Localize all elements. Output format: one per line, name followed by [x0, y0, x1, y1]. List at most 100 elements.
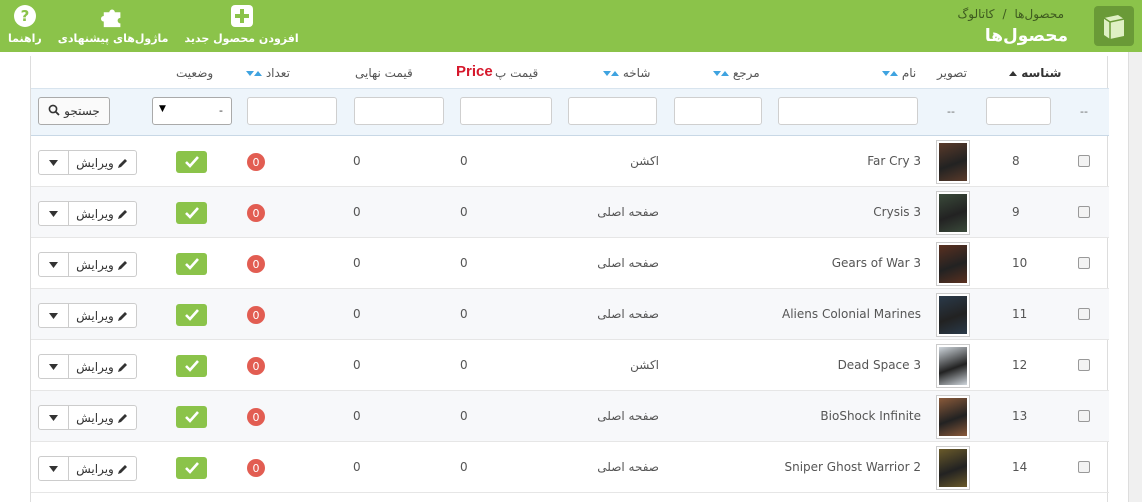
actions-dropdown-button[interactable] [38, 405, 69, 430]
filter-name-input[interactable] [778, 97, 918, 125]
filter-final-price-input[interactable] [354, 97, 444, 125]
status-toggle[interactable] [176, 406, 207, 428]
cell-id: 12 [1012, 358, 1028, 372]
suggested-modules-button[interactable]: ماژول‌های پیشنهادی [58, 4, 168, 48]
page-header: ? راهنما ماژول‌های پیشنهادی افزودن محصول… [0, 0, 1142, 52]
row-checkbox[interactable] [1078, 461, 1090, 473]
product-thumbnail[interactable] [936, 191, 970, 235]
edit-button[interactable]: ویرایش [69, 456, 137, 481]
pencil-icon [117, 311, 127, 321]
edit-button[interactable]: ویرایش [69, 201, 137, 226]
cell-name[interactable]: Gears of War 3 [832, 256, 921, 270]
product-cover-image [939, 449, 967, 487]
table-row: 8 Far Cry 3 اکشن 0 0 0 ویرایش [31, 136, 1109, 187]
row-checkbox[interactable] [1078, 359, 1090, 371]
actions-dropdown-button[interactable] [38, 150, 69, 175]
table-row: 13 BioShock Infinite صفحه اصلی 0 0 0 ویر… [31, 391, 1109, 442]
actions-dropdown-button[interactable] [38, 201, 69, 226]
edit-button[interactable]: ویرایش [69, 150, 137, 175]
filter-category-input[interactable] [568, 97, 657, 125]
caret-down-icon [49, 465, 58, 472]
cell-price: 0 [460, 205, 468, 219]
actions-dropdown-button[interactable] [38, 456, 69, 481]
page-title: محصول‌ها [984, 26, 1068, 46]
status-toggle[interactable] [176, 304, 207, 326]
edit-button[interactable]: ویرایش [69, 252, 137, 277]
cell-final-price: 0 [353, 154, 361, 168]
breadcrumb-catalog[interactable]: کاتالوگ [958, 7, 995, 21]
cell-name[interactable]: Crysis 3 [873, 205, 921, 219]
cell-name[interactable]: Sniper Ghost Warrior 2 [785, 460, 922, 474]
sort-asc-icon [1009, 71, 1017, 76]
cell-price: 0 [460, 154, 468, 168]
caret-down-icon [49, 414, 58, 421]
filter-image-placeholder: -- [947, 105, 955, 118]
product-thumbnail[interactable] [936, 140, 970, 184]
actions-dropdown-button[interactable] [38, 252, 69, 277]
column-category[interactable]: شاخه [603, 66, 650, 80]
edit-label: ویرایش [76, 155, 114, 170]
row-checkbox[interactable] [1078, 410, 1090, 422]
cell-id: 9 [1012, 205, 1020, 219]
row-actions: ویرایش [38, 150, 137, 175]
status-toggle[interactable] [176, 457, 207, 479]
help-button[interactable]: ? راهنما [8, 4, 42, 48]
search-button[interactable]: جستجو [38, 97, 110, 125]
product-thumbnail[interactable] [936, 242, 970, 286]
column-name[interactable]: نام [882, 66, 916, 80]
edit-label: ویرایش [76, 257, 114, 272]
column-quantity[interactable]: تعداد [246, 66, 290, 80]
column-base-price[interactable]: قیمت پ [495, 66, 538, 80]
help-icon: ? [13, 4, 37, 28]
cell-category: صفحه اصلی [597, 460, 659, 474]
cell-category: صفحه اصلی [597, 307, 659, 321]
table-header: شناسه تصویر نام مرجع شاخه قیمت پ Price ق… [31, 56, 1109, 88]
cell-category: صفحه اصلی [597, 205, 659, 219]
product-thumbnail[interactable] [936, 395, 970, 439]
edit-button[interactable]: ویرایش [69, 303, 137, 328]
breadcrumb-products[interactable]: محصول‌ها [1015, 7, 1064, 21]
status-toggle[interactable] [176, 253, 207, 275]
row-checkbox[interactable] [1078, 206, 1090, 218]
row-checkbox[interactable] [1078, 308, 1090, 320]
status-toggle[interactable] [176, 151, 207, 173]
status-toggle[interactable] [176, 202, 207, 224]
sort-asc-icon [890, 71, 898, 76]
add-product-button[interactable]: افزودن محصول جدید [184, 4, 299, 48]
row-checkbox[interactable] [1078, 257, 1090, 269]
cell-name[interactable]: Aliens Colonial Marines [782, 307, 921, 321]
product-cover-image [939, 398, 967, 436]
product-cover-image [939, 194, 967, 232]
vertical-scrollbar[interactable] [1128, 52, 1142, 502]
actions-dropdown-button[interactable] [38, 354, 69, 379]
column-final-price[interactable]: قیمت نهایی [355, 66, 413, 80]
edit-label: ویرایش [76, 308, 114, 323]
cell-name[interactable]: Far Cry 3 [867, 154, 921, 168]
product-thumbnail[interactable] [936, 446, 970, 490]
filter-quantity-input[interactable] [247, 97, 337, 125]
filter-id-input[interactable] [986, 97, 1051, 125]
row-checkbox[interactable] [1078, 155, 1090, 167]
column-id[interactable]: شناسه [1009, 66, 1061, 80]
book-icon [1094, 6, 1134, 46]
sort-asc-icon [721, 71, 729, 76]
edit-button[interactable]: ویرایش [69, 354, 137, 379]
filter-status-select[interactable]: ▼ - [152, 97, 232, 125]
cell-name[interactable]: BioShock Infinite [820, 409, 921, 423]
column-status[interactable]: وضعیت [176, 66, 213, 80]
cell-name[interactable]: Dead Space 3 [838, 358, 921, 372]
edit-label: ویرایش [76, 206, 114, 221]
cell-price: 0 [460, 409, 468, 423]
product-cover-image [939, 245, 967, 283]
filter-base-price-input[interactable] [460, 97, 552, 125]
sort-desc-icon [603, 71, 611, 76]
cell-id: 13 [1012, 409, 1028, 423]
filter-reference-input[interactable] [674, 97, 762, 125]
status-toggle[interactable] [176, 355, 207, 377]
cell-id: 14 [1012, 460, 1028, 474]
product-thumbnail[interactable] [936, 293, 970, 337]
product-thumbnail[interactable] [936, 344, 970, 388]
edit-button[interactable]: ویرایش [69, 405, 137, 430]
actions-dropdown-button[interactable] [38, 303, 69, 328]
column-reference[interactable]: مرجع [713, 66, 760, 80]
